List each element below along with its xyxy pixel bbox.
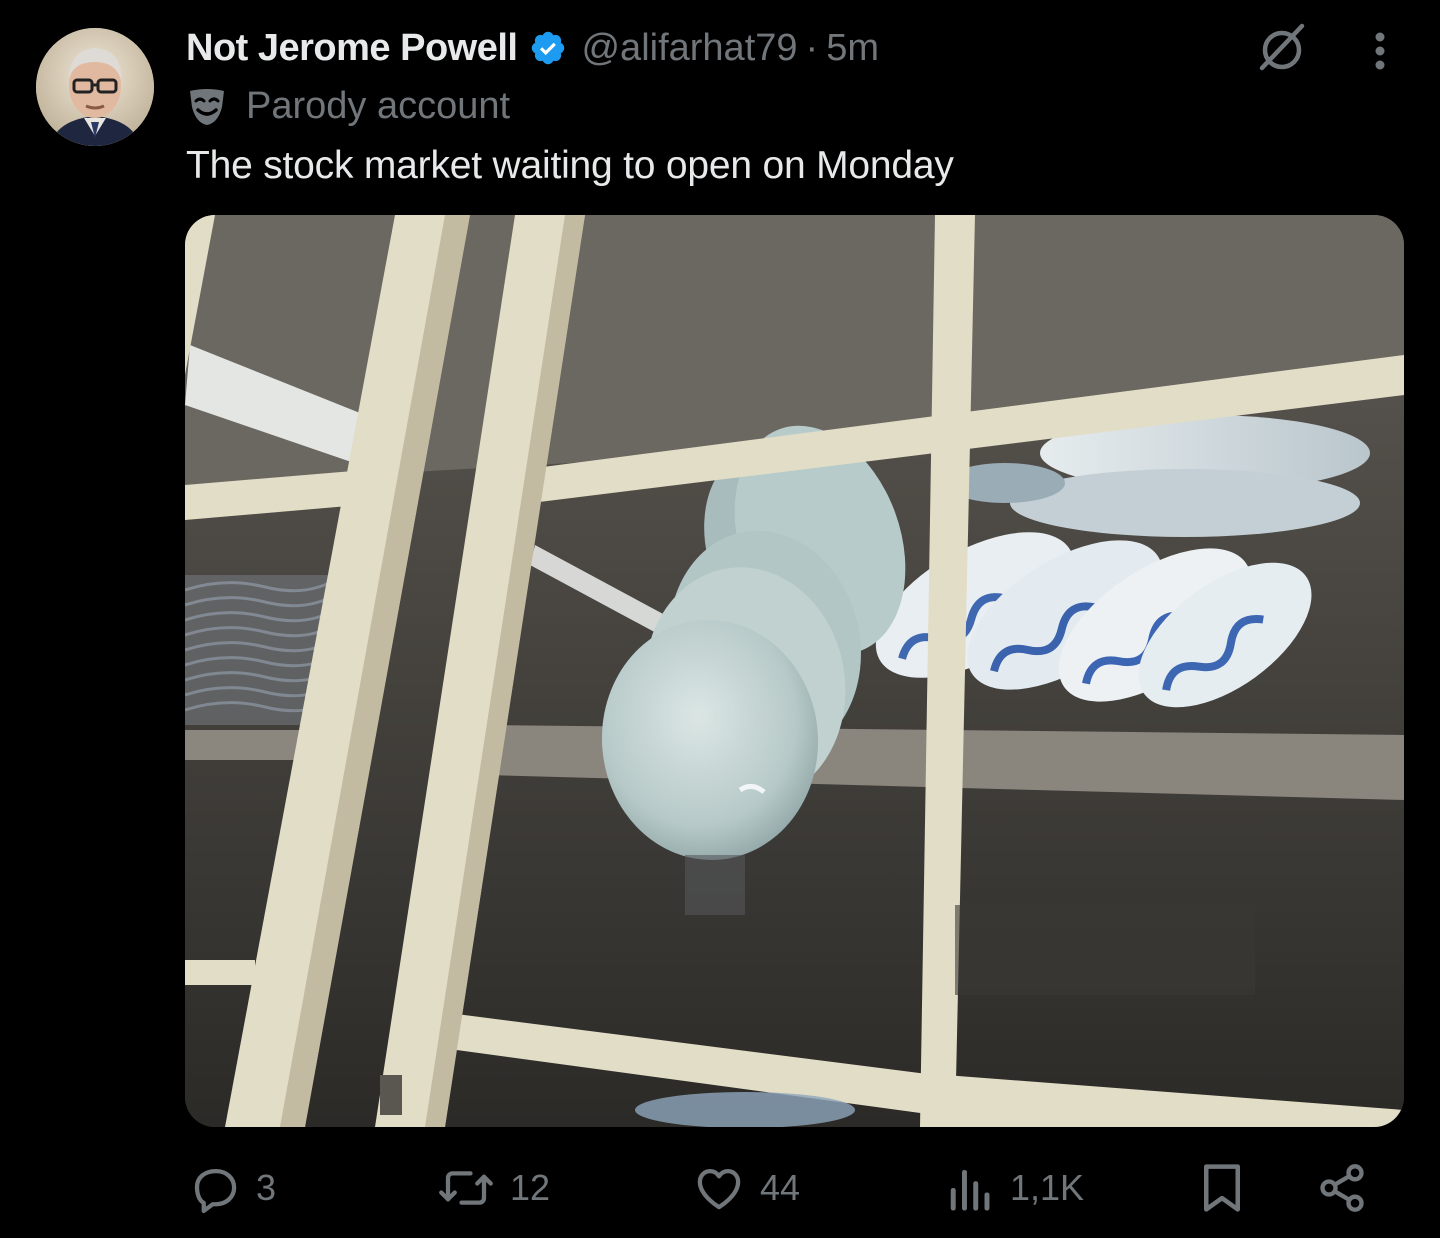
tweet: Not Jerome Powell @alifarhat79 · 5m Paro… <box>0 0 1440 1238</box>
tweet-media-image[interactable] <box>185 215 1404 1127</box>
more-icon[interactable] <box>1360 28 1400 74</box>
timestamp[interactable]: 5m <box>826 27 879 70</box>
views-button[interactable]: 1,1K <box>946 1150 1084 1226</box>
account-label: Parody account <box>186 82 510 130</box>
bookmark-icon <box>1198 1161 1246 1215</box>
like-count: 44 <box>760 1167 801 1208</box>
retweet-count: 12 <box>510 1167 551 1208</box>
parody-mask-icon <box>186 85 228 127</box>
account-label-text: Parody account <box>246 84 511 127</box>
like-button[interactable]: 44 <box>692 1150 800 1226</box>
retweet-button[interactable]: 12 <box>436 1150 550 1226</box>
verified-badge-icon <box>529 29 567 67</box>
grok-icon[interactable] <box>1254 22 1310 74</box>
share-icon <box>1316 1161 1368 1215</box>
retweet-icon <box>436 1161 496 1215</box>
heart-icon <box>692 1161 746 1215</box>
display-name[interactable]: Not Jerome Powell <box>186 27 518 70</box>
views-chart-icon <box>946 1161 996 1215</box>
separator-dot: · <box>805 26 819 69</box>
share-button[interactable] <box>1316 1150 1368 1226</box>
handle[interactable]: @alifarhat79 <box>581 27 797 70</box>
reply-icon <box>188 1161 242 1215</box>
views-count: 1,1K <box>1010 1167 1085 1208</box>
tweet-text: The stock market waiting to open on Mond… <box>186 144 954 187</box>
tweet-actions: 3 12 44 1,1K <box>0 1150 1440 1230</box>
tweet-header: Not Jerome Powell @alifarhat79 · 5m <box>186 22 879 74</box>
reply-button[interactable]: 3 <box>188 1150 276 1226</box>
avatar[interactable] <box>36 28 154 146</box>
bookmark-button[interactable] <box>1198 1150 1246 1226</box>
reply-count: 3 <box>256 1167 277 1208</box>
